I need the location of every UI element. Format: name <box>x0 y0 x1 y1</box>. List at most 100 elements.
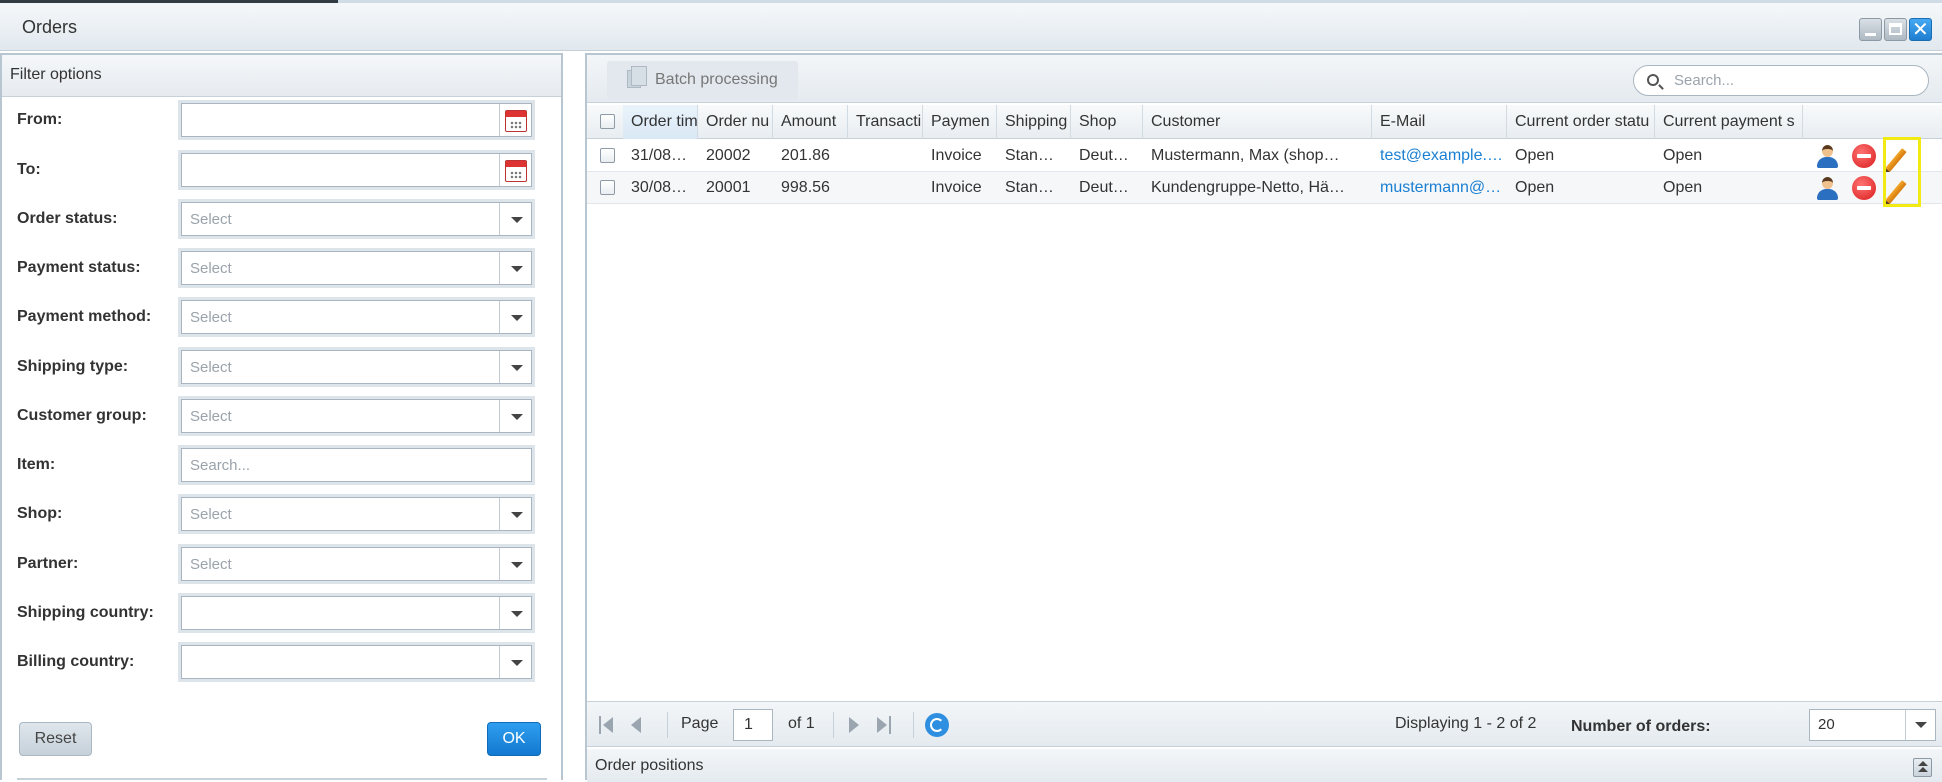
chevron-down-icon <box>1915 722 1927 728</box>
column-header[interactable]: Shipping <box>997 105 1071 139</box>
filter-select[interactable]: Select <box>178 248 535 288</box>
maximize-button[interactable] <box>1884 18 1907 41</box>
dropdown-trigger[interactable] <box>499 548 531 580</box>
chevron-down-icon <box>511 512 523 518</box>
date-field[interactable] <box>178 100 535 140</box>
filter-select[interactable]: Select <box>178 199 535 239</box>
filter-label: Customer group: <box>17 407 147 424</box>
dropdown-trigger[interactable] <box>499 597 531 629</box>
column-header[interactable]: Current order statu <box>1507 105 1655 139</box>
filter-select[interactable]: Select <box>178 297 535 337</box>
close-button[interactable]: ✕ <box>1909 17 1932 41</box>
field-placeholder: Search... <box>190 457 251 474</box>
column-header[interactable]: Shop <box>1071 105 1143 139</box>
select-all-checkbox[interactable] <box>600 114 615 129</box>
email-link[interactable]: test@example.… <box>1372 140 1507 172</box>
delete-icon[interactable] <box>1852 144 1876 168</box>
delete-icon[interactable] <box>1852 176 1876 200</box>
field-placeholder: Select <box>190 556 232 573</box>
column-header[interactable]: Paymen <box>923 105 997 139</box>
filter-select[interactable]: Select <box>178 347 535 387</box>
column-header[interactable]: Customer <box>1143 105 1372 139</box>
filter-select[interactable]: Select <box>178 396 535 436</box>
column-header[interactable]: E-Mail <box>1372 105 1507 139</box>
row-checkbox[interactable] <box>600 148 615 163</box>
item-search-input[interactable]: Search... <box>178 445 535 485</box>
table-cell: Mustermann, Max (shop… <box>1151 147 1340 164</box>
customer-icon[interactable] <box>1815 176 1839 200</box>
dropdown-trigger[interactable] <box>1905 710 1935 740</box>
chevron-down-icon <box>511 660 523 666</box>
first-page-button[interactable] <box>599 716 615 734</box>
filter-label: To: <box>17 161 41 178</box>
table-cell: Stan… <box>1005 179 1054 196</box>
field-placeholder: Select <box>190 359 232 376</box>
minimize-button[interactable] <box>1859 18 1882 41</box>
filter-select[interactable]: Select <box>178 544 535 584</box>
previous-page-button[interactable] <box>629 716 645 734</box>
number-of-orders-select[interactable]: 20 <box>1809 709 1936 741</box>
filter-select[interactable] <box>178 642 535 682</box>
email-link[interactable]: mustermann@… <box>1372 172 1507 204</box>
dropdown-trigger[interactable] <box>499 252 531 284</box>
next-page-button[interactable] <box>847 716 863 734</box>
display-info: Displaying 1 - 2 of 2 <box>1395 715 1537 732</box>
column-header[interactable]: Current payment s <box>1655 105 1803 139</box>
dropdown-trigger[interactable] <box>499 400 531 432</box>
grid-header: Order tim Order nu Amount Transacti Paymen Sh… <box>587 105 1942 139</box>
table-cell: 998.56 <box>781 179 830 196</box>
filter-row: Shipping type: Select <box>2 347 562 387</box>
date-picker-trigger[interactable] <box>499 104 531 136</box>
expand-panel-button[interactable] <box>1913 758 1932 777</box>
filter-row: Item: Search... <box>2 445 562 485</box>
filter-label: Billing country: <box>17 653 135 670</box>
table-row[interactable]: 30/08… 20001 998.56 Invoice Stan… Deut… Kunden… <box>587 172 1942 204</box>
batch-processing-button[interactable]: Batch processing <box>607 61 798 99</box>
dropdown-trigger[interactable] <box>499 203 531 235</box>
filter-header: Filter options <box>2 55 561 97</box>
orders-toolbar: Batch processing Search... <box>587 55 1942 103</box>
page-count: of 1 <box>788 715 815 732</box>
filter-select[interactable] <box>178 593 535 633</box>
table-cell: Kundengruppe-Netto, Hä… <box>1151 179 1345 196</box>
dropdown-trigger[interactable] <box>499 498 531 530</box>
filter-label: Payment status: <box>17 259 141 276</box>
close-icon: ✕ <box>1912 17 1929 41</box>
order-positions-panel: Order positions <box>587 749 1942 782</box>
date-field[interactable] <box>178 150 535 190</box>
date-picker-trigger[interactable] <box>499 154 531 186</box>
table-row[interactable]: 31/08… 20002 201.86 Invoice Stan… Deut… Muster… <box>587 140 1942 172</box>
column-header[interactable]: Order tim <box>623 105 698 139</box>
filter-label: Payment method: <box>17 308 152 325</box>
minimize-icon <box>1865 33 1876 36</box>
table-cell: Open <box>1663 179 1703 196</box>
table-cell <box>848 172 923 204</box>
dropdown-trigger[interactable] <box>499 301 531 333</box>
filter-label: From: <box>17 111 63 128</box>
dropdown-trigger[interactable] <box>499 351 531 383</box>
column-header[interactable]: Order nu <box>698 105 773 139</box>
refresh-button[interactable] <box>925 713 949 737</box>
reset-button[interactable]: Reset <box>19 722 92 756</box>
ok-button[interactable]: OK <box>487 722 541 756</box>
calendar-icon <box>505 160 527 182</box>
table-cell: 201.86 <box>781 147 830 164</box>
column-header[interactable]: Transacti <box>848 105 923 139</box>
dropdown-trigger[interactable] <box>499 646 531 678</box>
filter-label: Item: <box>17 456 56 473</box>
filter-row: Shop: Select <box>2 494 562 534</box>
filter-row: Billing country: <box>2 642 562 682</box>
column-header[interactable]: Amount <box>773 105 848 139</box>
customer-icon[interactable] <box>1815 144 1839 168</box>
last-page-button[interactable] <box>877 716 893 734</box>
table-cell: Open <box>1515 179 1555 196</box>
batch-processing-label: Batch processing <box>655 71 778 88</box>
table-cell: 20001 <box>706 179 751 196</box>
table-cell: Stan… <box>1005 147 1054 164</box>
row-checkbox[interactable] <box>600 180 615 195</box>
filter-select[interactable]: Select <box>178 494 535 534</box>
chevron-down-icon <box>511 365 523 371</box>
search-input[interactable]: Search... <box>1633 65 1929 96</box>
chevron-down-icon <box>511 562 523 568</box>
page-number-input[interactable]: 1 <box>733 709 773 741</box>
